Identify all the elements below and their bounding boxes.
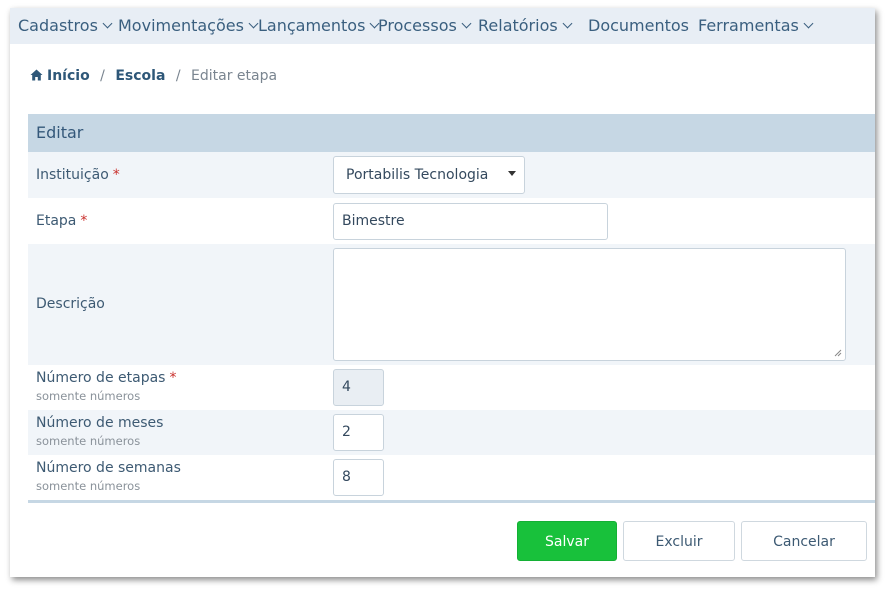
- panel-title: Editar: [36, 123, 84, 142]
- numero-etapas-label: Número de etapas *: [36, 370, 176, 386]
- breadcrumb-separator: /: [175, 68, 181, 84]
- instituicao-select[interactable]: Portabilis Tecnologia: [333, 156, 525, 194]
- numero-etapas-input: 4: [333, 369, 384, 406]
- menu-relatorios-label: Relatórios: [478, 16, 558, 35]
- instituicao-label-text: Instituição: [36, 167, 109, 183]
- menu-lancamentos-label: Lançamentos: [258, 16, 366, 35]
- dropdown-arrow-icon: [508, 171, 516, 176]
- row-numero-etapas: Número de etapas * somente números 4: [28, 365, 875, 410]
- menu-lancamentos[interactable]: Lançamentos: [258, 8, 380, 44]
- chevron-down-icon: [803, 18, 814, 29]
- row-numero-semanas: Número de semanas somente números 8: [28, 455, 875, 500]
- menu-movimentacoes[interactable]: Movimentações: [118, 8, 259, 44]
- descricao-label: Descrição: [36, 296, 105, 312]
- chevron-down-icon: [562, 18, 573, 29]
- menu-movimentacoes-label: Movimentações: [118, 16, 244, 35]
- numero-etapas-input-value: 4: [342, 379, 351, 395]
- menu-processos[interactable]: Processos: [378, 8, 472, 44]
- row-instituicao: Instituição * Portabilis Tecnologia: [28, 152, 875, 198]
- descricao-textarea[interactable]: [333, 248, 846, 361]
- main-menu-bar: Cadastros Movimentações Lançamentos Proc…: [10, 8, 875, 44]
- app-window: Cadastros Movimentações Lançamentos Proc…: [10, 8, 875, 577]
- etapa-input-value: Bimestre: [342, 213, 405, 229]
- etapa-input[interactable]: Bimestre: [333, 203, 608, 240]
- breadcrumb-home-link[interactable]: Início: [30, 68, 90, 84]
- menu-ferramentas-label: Ferramentas: [698, 16, 799, 35]
- numero-etapas-hint: somente números: [36, 389, 141, 403]
- instituicao-label: Instituição *: [36, 167, 120, 183]
- row-numero-meses: Número de meses somente números 2: [28, 410, 875, 455]
- home-icon: [30, 69, 43, 85]
- required-mark: *: [112, 167, 120, 183]
- numero-meses-label: Número de meses: [36, 415, 164, 431]
- resize-handle-icon[interactable]: [834, 349, 842, 357]
- numero-semanas-input[interactable]: 8: [333, 459, 384, 496]
- row-etapa: Etapa * Bimestre: [28, 198, 875, 244]
- save-button[interactable]: Salvar: [517, 521, 617, 561]
- numero-semanas-label: Número de semanas: [36, 460, 181, 476]
- required-mark: *: [169, 370, 177, 386]
- numero-meses-input[interactable]: 2: [333, 414, 384, 451]
- breadcrumb: Início / Escola / Editar etapa: [30, 68, 277, 85]
- numero-meses-hint: somente números: [36, 434, 141, 448]
- breadcrumb-home-label: Início: [47, 68, 90, 84]
- numero-semanas-input-value: 8: [342, 469, 351, 485]
- delete-button[interactable]: Excluir: [623, 521, 735, 561]
- numero-etapas-label-text: Número de etapas: [36, 370, 166, 386]
- menu-relatorios[interactable]: Relatórios: [478, 8, 573, 44]
- menu-cadastros-label: Cadastros: [18, 16, 98, 35]
- row-descricao: Descrição: [28, 244, 875, 365]
- menu-ferramentas[interactable]: Ferramentas: [698, 8, 814, 44]
- menu-processos-label: Processos: [378, 16, 457, 35]
- numero-semanas-hint: somente números: [36, 479, 141, 493]
- instituicao-select-value: Portabilis Tecnologia: [346, 167, 489, 183]
- cancel-button[interactable]: Cancelar: [741, 521, 867, 561]
- etapa-label: Etapa *: [36, 213, 87, 229]
- breadcrumb-separator: /: [100, 68, 105, 84]
- numero-meses-input-value: 2: [342, 424, 351, 440]
- chevron-down-icon: [248, 18, 259, 29]
- panel-header: Editar: [28, 114, 875, 152]
- required-mark: *: [80, 213, 88, 229]
- etapa-label-text: Etapa: [36, 213, 77, 229]
- form-divider: [28, 500, 875, 503]
- menu-cadastros[interactable]: Cadastros: [18, 8, 113, 44]
- breadcrumb-escola-link[interactable]: Escola: [115, 68, 165, 84]
- chevron-down-icon: [102, 18, 113, 29]
- menu-documentos[interactable]: Documentos: [588, 8, 689, 44]
- menu-documentos-label: Documentos: [588, 16, 690, 35]
- chevron-down-icon: [461, 18, 472, 29]
- breadcrumb-current: Editar etapa: [191, 68, 278, 84]
